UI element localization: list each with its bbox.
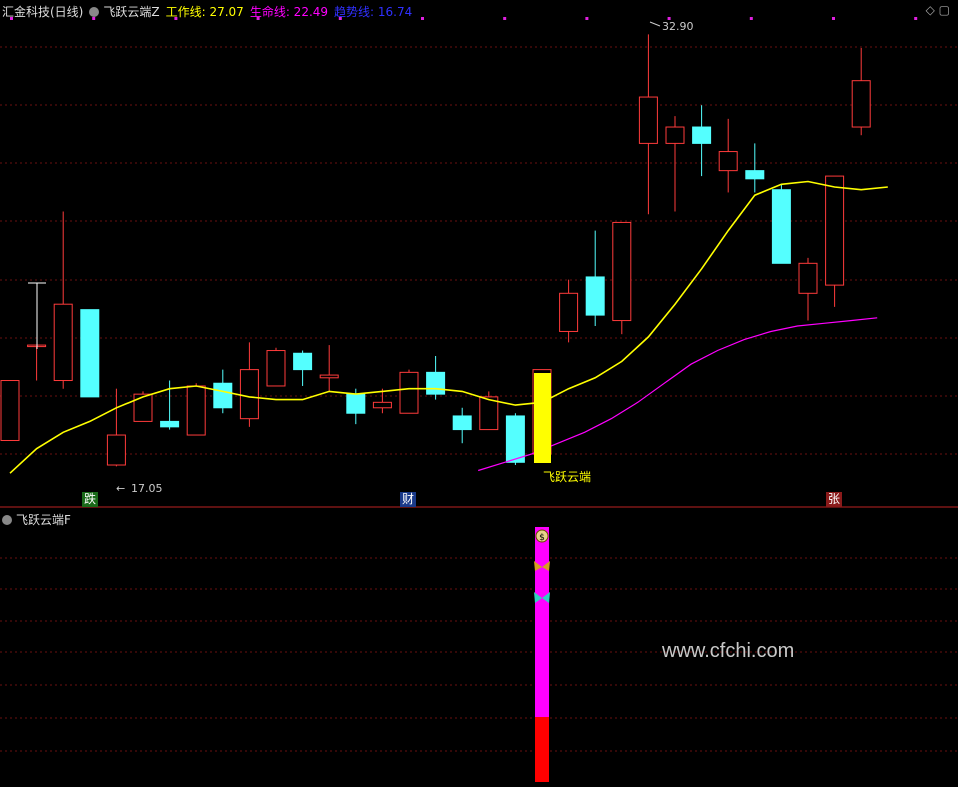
candle [798, 257, 818, 321]
candle [106, 388, 126, 467]
marker-zhang: 张 [826, 492, 843, 507]
chart-canvas: $ 32.90 17.05 ← 飞跃云端 [0, 17, 958, 782]
candle-body [612, 221, 632, 322]
sub-indicator-name[interactable]: 飞跃云端F [16, 513, 71, 527]
sub-bar-red [535, 717, 549, 782]
indicator-toggle-icon[interactable] [89, 7, 100, 17]
top-dot [914, 17, 918, 20]
candle [80, 309, 100, 398]
candle-body [745, 170, 765, 180]
candle-body [319, 374, 339, 379]
candle [612, 221, 632, 335]
candle-body [213, 382, 233, 409]
candle [452, 407, 472, 444]
stock-name: 汇金科技(日线) [2, 5, 84, 19]
life-line-value: 生命线: 22.49 [249, 5, 329, 19]
candle-body [399, 371, 419, 414]
candle [293, 350, 313, 386]
candle-body [53, 303, 73, 382]
candle [771, 184, 791, 264]
candle-body [479, 396, 499, 431]
candle-body [80, 309, 100, 398]
candle-body [133, 393, 153, 422]
candle-body [771, 189, 791, 264]
candle-body [825, 175, 845, 286]
candle-body [239, 369, 259, 420]
main-header: 汇金科技(日线) 飞跃云端Z 工作线: 27.07 生命线: 22.49 趋势线: 16… [2, 3, 418, 20]
candle [266, 347, 286, 387]
candle [133, 391, 153, 422]
candle [825, 175, 845, 307]
candle-body [160, 420, 180, 428]
candle-body [638, 96, 658, 144]
candle-body [266, 350, 286, 387]
trend-line-value: 趋势线: 16.74 [334, 5, 413, 19]
window-controls: ◇ ▢ [926, 3, 950, 17]
candle-body [426, 371, 446, 395]
candle-body [559, 292, 579, 332]
high-label: 32.90 [662, 20, 694, 33]
marker-die: 跌 [82, 492, 99, 507]
candle-body [585, 276, 605, 316]
work-line-value: 工作线: 27.07 [165, 5, 244, 19]
candle-body [106, 434, 126, 466]
svg-text:$: $ [539, 533, 545, 543]
sub-header: 飞跃云端F [2, 511, 77, 528]
candle [319, 345, 339, 392]
candle [638, 34, 658, 215]
top-dot [832, 17, 835, 20]
window-icon[interactable]: ▢ [939, 3, 950, 17]
candle-body [293, 352, 313, 371]
candle [718, 118, 738, 193]
candle [692, 105, 712, 177]
candle [851, 47, 871, 136]
low-pointer: ← [116, 482, 125, 495]
main-gridlines [0, 46, 958, 455]
candle [745, 143, 765, 193]
candle [399, 369, 419, 414]
candle [665, 116, 685, 212]
candle [585, 230, 605, 327]
top-dot [585, 17, 589, 20]
candle-body [692, 126, 712, 144]
candle [27, 344, 47, 381]
watermark: www.cfchi.com [662, 640, 795, 662]
candle [239, 342, 259, 427]
top-dot [749, 17, 753, 20]
candle-body [0, 380, 20, 441]
candle-body [718, 151, 738, 172]
high-pointer [649, 21, 661, 27]
candle-body [372, 401, 392, 409]
sub-bar-magenta [535, 527, 549, 717]
candle [53, 211, 73, 389]
candle [0, 380, 20, 441]
candle-body [452, 415, 472, 431]
low-label: 17.05 [131, 482, 163, 495]
work-line [9, 180, 888, 474]
marker-cai: 财 [400, 492, 417, 507]
top-dot [421, 17, 424, 20]
candle-body [851, 80, 871, 128]
candle-body [186, 385, 206, 436]
candle-body [505, 415, 525, 463]
sub-indicator-toggle-icon[interactable] [2, 515, 12, 525]
sub-gridlines [0, 557, 958, 752]
top-dot [503, 17, 507, 20]
candle-body [665, 126, 685, 144]
diamond-icon[interactable]: ◇ [926, 3, 935, 17]
candle [426, 355, 446, 400]
indicator-name[interactable]: 飞跃云端Z [103, 5, 159, 19]
candle-body [798, 262, 818, 294]
candle [559, 279, 579, 343]
candle [186, 383, 206, 436]
candle-body [346, 393, 366, 414]
signal-label: 飞跃云端 [543, 470, 591, 484]
